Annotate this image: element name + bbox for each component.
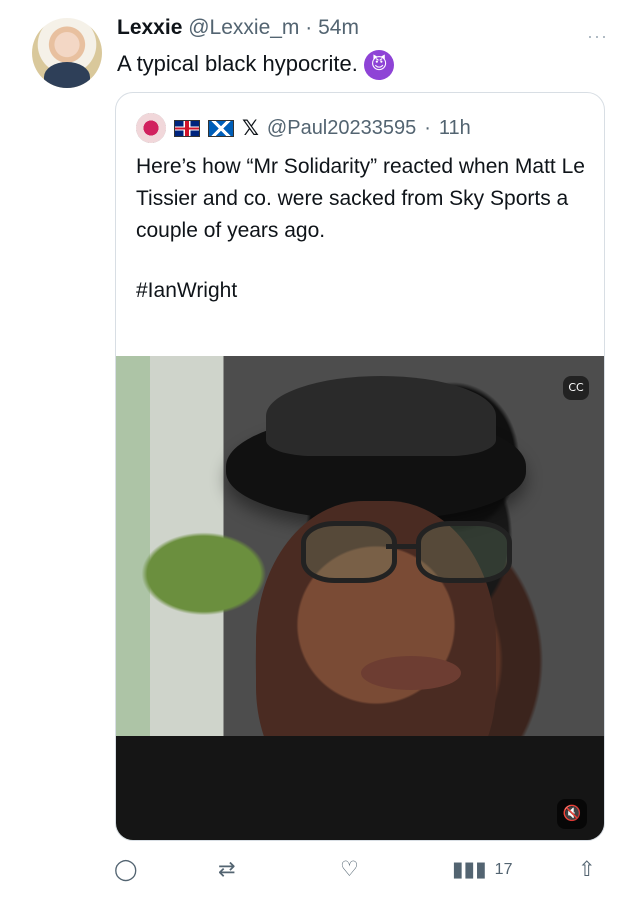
quoted-post-time[interactable]: 11h [439, 117, 471, 140]
views-count: 17 [494, 861, 513, 878]
captions-icon[interactable]: CC [563, 376, 589, 400]
share-icon: ⇧ [578, 858, 596, 881]
author-name[interactable]: Lexxie [117, 16, 182, 39]
quoted-post-header: 𝕏 @Paul20233595 · 11h [136, 113, 471, 143]
post-header: Lexxie @Lexxie_m · 54m [117, 16, 359, 40]
quoted-post-text: Here’s how “Mr Solidarity” reacted when … [136, 151, 591, 307]
quoted-author-handle[interactable]: @Paul20233595 [267, 117, 416, 140]
more-options-icon[interactable]: ··· [587, 26, 608, 47]
quoted-post-body: Here’s how “Mr Solidarity” reacted when … [136, 155, 585, 242]
views-icon: ▮▮▮ [452, 858, 487, 881]
share-button[interactable]: ⇧ [578, 855, 596, 885]
mute-icon[interactable]: 🔇 [557, 799, 587, 829]
timestamp-separator: · [299, 16, 319, 39]
like-button[interactable]: ♡ [340, 855, 359, 885]
quoted-time-separator: · [424, 116, 431, 139]
scotland-flag-icon [208, 119, 234, 137]
quoted-author-avatar[interactable] [136, 113, 166, 143]
repost-button[interactable]: ⇄ [218, 855, 236, 885]
video-subject-glasses-bridge [386, 544, 418, 549]
hashtag-link[interactable]: #IanWright [136, 275, 591, 307]
post-text: A typical black hypocrite. 😈 [117, 50, 395, 81]
video-subject-shirt [116, 736, 604, 840]
uk-flag-icon [174, 119, 200, 137]
post-text-content: A typical black hypocrite. [117, 51, 358, 76]
views-button[interactable]: ▮▮▮ 17 [452, 855, 512, 885]
repost-icon: ⇄ [218, 858, 236, 881]
video-subject-right-glasses [416, 521, 512, 583]
reply-icon: ◯ [114, 858, 138, 881]
video-subject-mouth [361, 656, 461, 690]
video-player[interactable]: CC 🔇 [116, 356, 604, 840]
author-handle[interactable]: @Lexxie_m [188, 16, 299, 39]
quoted-post[interactable]: 𝕏 @Paul20233595 · 11h Here’s how “Mr Sol… [115, 92, 605, 841]
like-icon: ♡ [340, 858, 359, 881]
x-logo-icon: 𝕏 [242, 116, 259, 140]
reply-button[interactable]: ◯ [114, 855, 138, 885]
video-subject-hat-band [266, 376, 496, 456]
video-subject-left-glasses [301, 521, 397, 583]
post-time[interactable]: 54m [318, 16, 359, 39]
smiling-devil-icon: 😈 [364, 50, 395, 81]
post-actions: ◯ ⇄ ♡ ▮▮▮ 17 ⇧ [114, 855, 602, 885]
author-avatar[interactable] [32, 18, 102, 88]
